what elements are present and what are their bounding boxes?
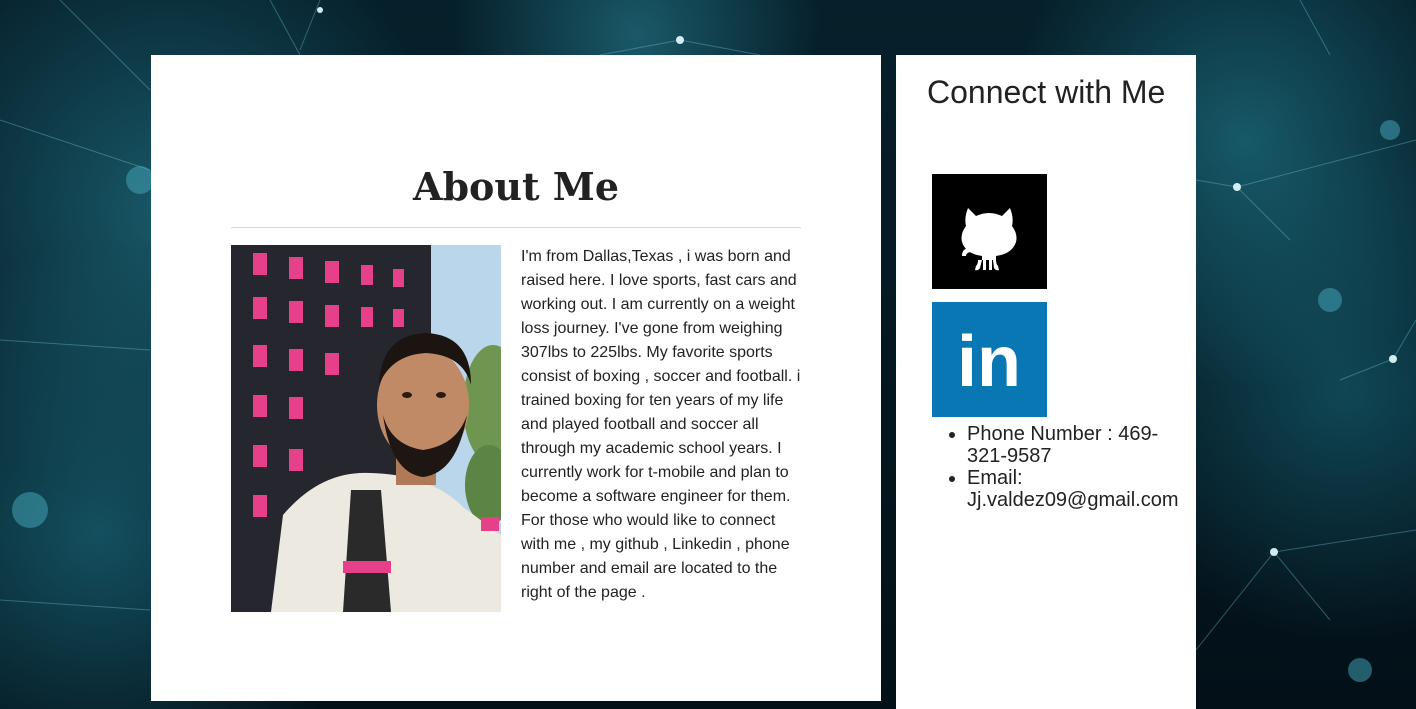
profile-photo-illustration xyxy=(231,245,501,612)
profile-photo xyxy=(231,245,501,612)
linkedin-link[interactable]: in xyxy=(932,302,1047,417)
about-card: About Me I'm from Dallas,Texas , i was b… xyxy=(151,55,881,701)
linkedin-icon: in xyxy=(932,302,1047,417)
about-text: I'm from Dallas,Texas , i was born and r… xyxy=(521,248,801,601)
contact-list: Phone Number : 469-321-9587 Email: Jj.va… xyxy=(967,423,1192,511)
github-link[interactable] xyxy=(932,174,1047,289)
linkedin-logo-text: in xyxy=(957,322,1021,402)
phone-item: Phone Number : 469-321-9587 xyxy=(967,423,1192,467)
connect-title: Connect with Me xyxy=(927,74,1166,110)
about-title: About Me xyxy=(412,164,620,209)
connect-card: Connect with Me in Phone Number : 469-32… xyxy=(896,55,1196,709)
about-divider xyxy=(231,227,801,228)
email-item: Email: Jj.valdez09@gmail.com xyxy=(967,467,1192,511)
github-icon xyxy=(932,174,1047,289)
